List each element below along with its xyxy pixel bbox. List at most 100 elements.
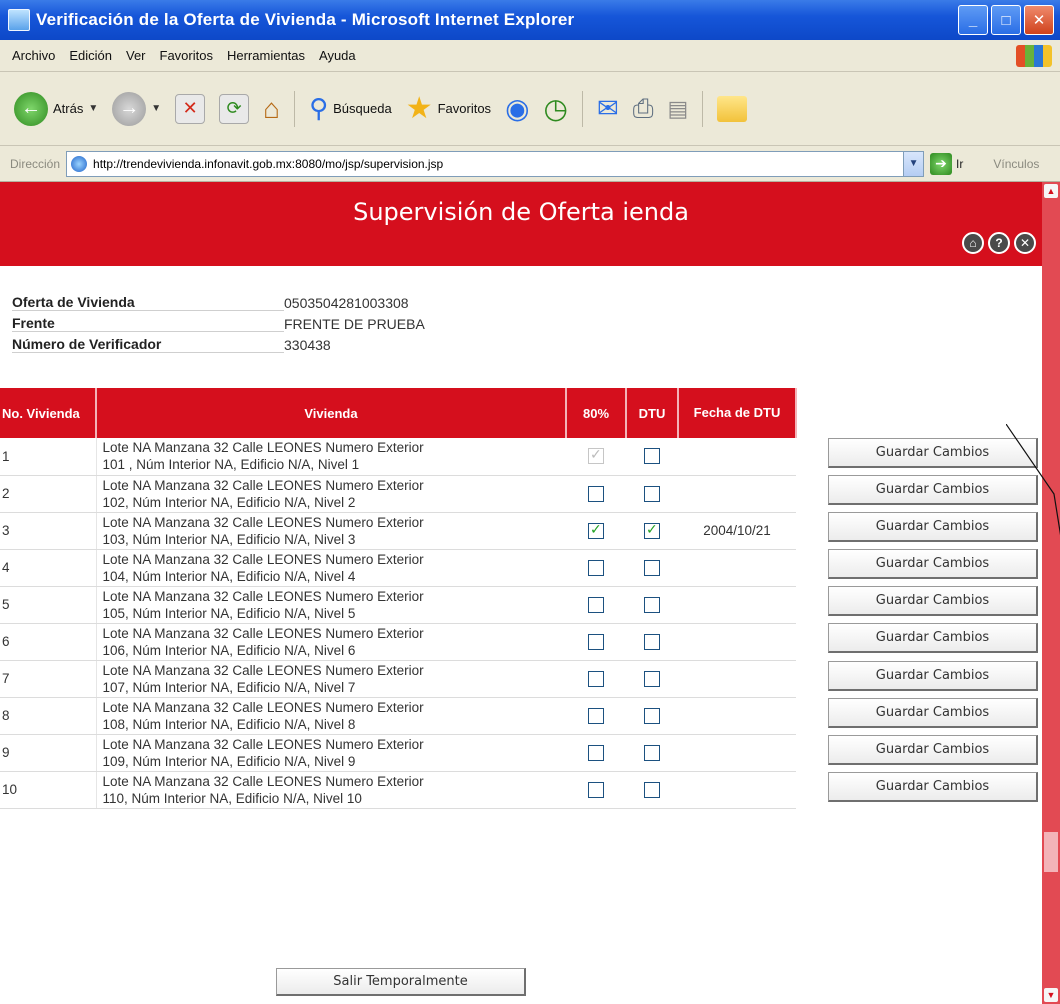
- exit-temporarily-button[interactable]: Salir Temporalmente: [276, 968, 526, 996]
- dtu-cell: [626, 549, 678, 587]
- info-value: 330438: [284, 336, 331, 353]
- refresh-icon[interactable]: ⟳: [219, 93, 250, 124]
- edit-icon[interactable]: ▤: [668, 96, 689, 122]
- page-header: Supervisión de Oferta ienda ⌂ ? ✕: [0, 182, 1042, 266]
- dtu-checkbox[interactable]: [644, 596, 660, 613]
- home-icon[interactable]: ⌂: [263, 93, 280, 125]
- pct80-cell: [566, 734, 626, 772]
- go-arrow-icon: ➔: [930, 152, 953, 175]
- pct80-cell: [566, 475, 626, 513]
- menu-ver[interactable]: Ver: [126, 48, 146, 63]
- forward-arrow-icon: →: [112, 91, 147, 126]
- dtu-checkbox[interactable]: [644, 448, 660, 465]
- forward-button[interactable]: → ▼: [112, 91, 161, 126]
- dtu-checkbox[interactable]: [644, 781, 660, 798]
- dtu-checkbox[interactable]: [644, 670, 660, 687]
- menu-favoritos[interactable]: Favoritos: [160, 48, 213, 63]
- help-icon[interactable]: ?: [988, 232, 1010, 254]
- menu-herramientas[interactable]: Herramientas: [227, 48, 305, 63]
- info-row: Frente FRENTE DE PRUEBA: [12, 313, 425, 334]
- cell-no-vivienda: 10: [0, 771, 97, 809]
- info-label: Oferta de Vivienda: [12, 294, 284, 311]
- dtu-cell: [626, 771, 678, 809]
- table-row: 6 Lote NA Manzana 32 Calle LEONES Numero …: [0, 623, 796, 661]
- menu-ayuda[interactable]: Ayuda: [319, 48, 356, 63]
- pct80-checkbox[interactable]: [588, 633, 604, 650]
- address-dropdown-icon[interactable]: ▼: [903, 151, 924, 176]
- pct80-cell: [566, 438, 626, 476]
- pct80-checkbox[interactable]: [588, 596, 604, 613]
- pct80-checkbox[interactable]: [588, 707, 604, 724]
- header-dtu: DTU: [626, 388, 679, 438]
- scroll-up-icon[interactable]: ▲: [1044, 184, 1058, 198]
- dtu-checkbox[interactable]: [644, 707, 660, 724]
- address-input[interactable]: http://trendevivienda.infonavit.gob.mx:8…: [66, 150, 925, 177]
- minimize-button[interactable]: _: [958, 5, 988, 35]
- table-row: 1 Lote NA Manzana 32 Calle LEONES Numero …: [0, 438, 796, 476]
- folder-icon[interactable]: [717, 95, 748, 122]
- address-url[interactable]: http://trendevivienda.infonavit.gob.mx:8…: [93, 157, 443, 171]
- pct80-checkbox[interactable]: [588, 485, 604, 502]
- scroll-thumb[interactable]: [1044, 832, 1058, 872]
- info-label: Frente: [12, 315, 284, 332]
- table-row: 3 Lote NA Manzana 32 Calle LEONES Numero …: [0, 512, 796, 550]
- scroll-down-icon[interactable]: ▼: [1044, 988, 1058, 1002]
- links-label[interactable]: Vínculos: [993, 157, 1039, 171]
- media-icon[interactable]: ◉: [505, 92, 529, 125]
- pct80-cell: [566, 660, 626, 698]
- vertical-scrollbar[interactable]: ▲ ▼: [1042, 182, 1060, 1004]
- close-icon[interactable]: ✕: [1014, 232, 1036, 254]
- close-window-button[interactable]: ✕: [1024, 5, 1054, 35]
- cell-fecha-dtu: [678, 623, 796, 661]
- cell-vivienda: Lote NA Manzana 32 Calle LEONES Numero E…: [96, 438, 566, 476]
- back-arrow-icon: ←: [14, 91, 48, 126]
- dtu-cell: [626, 697, 678, 735]
- vivienda-line-2: 106, Núm Interior NA, Edificio N/A, Nive…: [102, 642, 356, 658]
- pct80-checkbox[interactable]: [588, 781, 604, 798]
- save-changes-button[interactable]: Guardar Cambios: [828, 549, 1038, 580]
- cell-vivienda: Lote NA Manzana 32 Calle LEONES Numero E…: [96, 660, 566, 698]
- ie-globe-icon: [71, 155, 88, 172]
- table-row: 7 Lote NA Manzana 32 Calle LEONES Numero …: [0, 660, 796, 698]
- maximize-button[interactable]: □: [991, 5, 1021, 35]
- star-icon: ★: [405, 92, 433, 125]
- save-changes-button[interactable]: Guardar Cambios: [828, 586, 1038, 617]
- search-button[interactable]: ⚲ Búsqueda: [309, 93, 392, 124]
- back-dropdown-icon[interactable]: ▼: [88, 103, 98, 114]
- go-button[interactable]: ➔ Ir: [930, 152, 963, 175]
- history-icon[interactable]: ◷: [544, 92, 568, 125]
- vivienda-line-2: 107, Núm Interior NA, Edificio N/A, Nive…: [102, 679, 356, 695]
- menu-archivo[interactable]: Archivo: [12, 48, 55, 63]
- forward-dropdown-icon[interactable]: ▼: [151, 103, 161, 114]
- dtu-checkbox[interactable]: [644, 744, 660, 761]
- menu-edicion[interactable]: Edición: [69, 48, 112, 63]
- search-label: Búsqueda: [333, 101, 392, 116]
- save-changes-button[interactable]: Guardar Cambios: [828, 697, 1038, 728]
- home-icon[interactable]: ⌂: [962, 232, 984, 254]
- pct80-checkbox[interactable]: [588, 559, 604, 576]
- pct80-checkbox[interactable]: [588, 670, 604, 687]
- print-icon[interactable]: ⎙: [633, 93, 654, 125]
- back-button[interactable]: ← Atrás ▼: [14, 91, 98, 126]
- dtu-checkbox[interactable]: [644, 485, 660, 502]
- vivienda-line-1: Lote NA Manzana 32 Calle LEONES Numero E…: [102, 514, 424, 530]
- pct80-checkbox[interactable]: [588, 744, 604, 761]
- cell-fecha-dtu: [678, 697, 796, 735]
- menu-bar: Archivo Edición Ver Favoritos Herramient…: [0, 40, 1060, 72]
- window-titlebar[interactable]: Verificación de la Oferta de Vivienda - …: [0, 0, 1060, 40]
- vivienda-line-1: Lote NA Manzana 32 Calle LEONES Numero E…: [102, 736, 424, 752]
- dtu-checkbox[interactable]: [644, 633, 660, 650]
- save-changes-button[interactable]: Guardar Cambios: [828, 734, 1038, 765]
- pct80-checkbox[interactable]: [588, 521, 604, 539]
- stop-icon[interactable]: ✕: [175, 93, 206, 124]
- favorites-button[interactable]: ★ Favoritos: [406, 91, 491, 126]
- save-changes-button[interactable]: Guardar Cambios: [828, 771, 1038, 802]
- save-changes-button[interactable]: Guardar Cambios: [828, 623, 1038, 654]
- page-title: Supervisión de Oferta ienda: [353, 198, 689, 226]
- save-changes-button[interactable]: Guardar Cambios: [828, 660, 1038, 691]
- dtu-cell: [626, 734, 678, 772]
- dtu-checkbox[interactable]: [644, 521, 660, 539]
- header-80-percent: 80%: [566, 388, 627, 438]
- mail-icon[interactable]: ✉: [597, 93, 619, 124]
- dtu-checkbox[interactable]: [644, 559, 660, 576]
